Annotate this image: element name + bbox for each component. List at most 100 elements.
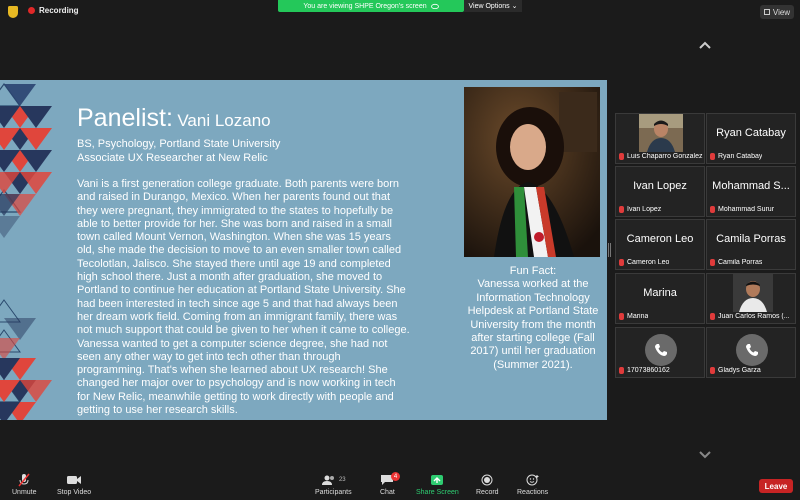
- gallery-scroll-up-icon[interactable]: [698, 38, 712, 52]
- mic-muted-icon: [710, 153, 715, 160]
- video-camera-icon: [66, 473, 82, 487]
- participant-display-name: Ivan Lopez: [633, 180, 687, 192]
- participant-tile[interactable]: 17073860162: [615, 327, 705, 378]
- stop-video-button[interactable]: Stop Video: [57, 473, 91, 496]
- participants-label: Participants: [315, 489, 352, 496]
- stop-video-label: Stop Video: [57, 489, 92, 496]
- unmute-label: Unmute: [12, 489, 37, 496]
- mic-muted-icon: [619, 313, 624, 320]
- phone-icon: [736, 334, 768, 366]
- record-label: Record: [476, 489, 499, 496]
- chevron-down-icon: ⌄: [511, 3, 518, 10]
- top-bar: Recording You are viewing SHPE Oregon's …: [0, 0, 800, 24]
- participant-label: Gladys Garza: [710, 367, 761, 374]
- participant-label: Ivan Lopez: [619, 206, 661, 213]
- participant-label: Mohammad Surur: [710, 206, 774, 213]
- view-button[interactable]: View: [760, 5, 794, 19]
- participant-tile[interactable]: Mohammad S... Mohammad Surur: [706, 166, 796, 217]
- grid-view-icon: [763, 9, 770, 15]
- chat-label: Chat: [380, 489, 395, 496]
- mic-muted-icon: [619, 259, 624, 266]
- participant-display-name: Marina: [643, 287, 677, 299]
- mic-muted-icon: [710, 367, 715, 374]
- chat-unread-badge: 4: [391, 472, 400, 481]
- mic-muted-icon: [619, 153, 624, 160]
- mic-muted-icon: [710, 259, 715, 266]
- share-screen-label: Share Screen: [416, 489, 459, 496]
- reactions-button[interactable]: Reactions: [517, 473, 548, 496]
- participant-label: Ryan Catabay: [710, 153, 762, 160]
- mic-muted-icon: [710, 313, 715, 320]
- screen-share-banner: You are viewing SHPE Oregon's screen: [278, 0, 464, 12]
- participants-button[interactable]: 23 Participants: [315, 473, 352, 496]
- participant-label: Luis Chaparro Gonzalez: [619, 153, 703, 160]
- participant-name: Ivan Lopez: [627, 206, 662, 213]
- title-prefix: Panelist:: [77, 104, 173, 132]
- view-options-dropdown[interactable]: View Options ⌄: [464, 0, 522, 12]
- fun-fact-text: Vanessa worked at the Information Techno…: [467, 278, 599, 371]
- panelist-photo: [464, 87, 600, 257]
- record-button[interactable]: Record: [476, 473, 499, 496]
- mic-muted-icon: [710, 206, 715, 213]
- participant-tile[interactable]: Ryan Catabay Ryan Catabay: [706, 113, 796, 164]
- security-shield-icon[interactable]: [8, 6, 18, 18]
- smiley-plus-icon: [526, 473, 540, 487]
- zoom-meeting-window: Recording You are viewing SHPE Oregon's …: [0, 0, 800, 500]
- participant-label: 17073860162: [619, 367, 670, 374]
- participant-name: Mohammad Surur: [718, 206, 775, 213]
- recording-label: Recording: [39, 6, 79, 15]
- panel-splitter-handle[interactable]: [608, 243, 611, 257]
- participant-name: Ryan Catabay: [718, 153, 763, 160]
- panelist-bio: Vani is a first generation college gradu…: [77, 178, 410, 417]
- view-button-label: View: [772, 7, 791, 17]
- mic-muted-icon: [619, 367, 624, 374]
- participant-tile[interactable]: Camila Porras Camila Porras: [706, 219, 796, 270]
- microphone-muted-icon: [17, 473, 31, 487]
- meeting-toolbar: Unmute Stop Video 23 Participants Chat S…: [0, 470, 800, 500]
- share-screen-button[interactable]: Share Screen: [416, 473, 459, 496]
- panelist-degree: BS, Psychology, Portland State Universit…: [77, 138, 281, 150]
- participant-display-name: Ryan Catabay: [716, 127, 786, 139]
- unmute-button[interactable]: Unmute: [12, 473, 37, 496]
- leave-button[interactable]: Leave: [759, 479, 793, 493]
- participant-label: Juan Carlos Ramos (...: [710, 313, 790, 320]
- participant-tile[interactable]: Marina Marina: [615, 273, 705, 324]
- phone-icon: [645, 334, 677, 366]
- panelist-credentials: BS, Psychology, Portland State Universit…: [77, 138, 457, 165]
- recording-dot-icon: [28, 7, 35, 14]
- cloud-icon: [430, 3, 439, 9]
- record-icon: [481, 473, 493, 487]
- participant-tile[interactable]: Ivan Lopez Ivan Lopez: [615, 166, 705, 217]
- participant-name: Luis Chaparro Gonzalez: [627, 153, 703, 160]
- mic-muted-icon: [619, 206, 624, 213]
- participant-tile[interactable]: Juan Carlos Ramos (...: [706, 273, 796, 324]
- reactions-label: Reactions: [517, 489, 549, 496]
- participants-icon: 23: [321, 473, 346, 487]
- participant-display-name: Camila Porras: [716, 233, 786, 245]
- participant-label: Camila Porras: [710, 259, 762, 266]
- participant-tile[interactable]: Cameron Leo Cameron Leo: [615, 219, 705, 270]
- share-banner-text: You are viewing SHPE Oregon's screen: [303, 2, 427, 10]
- participant-name: Cameron Leo: [627, 259, 670, 266]
- slide-title: Panelist: Vani Lozano: [77, 104, 271, 133]
- slide-triangle-decoration: [0, 82, 52, 420]
- participants-count: 23: [338, 477, 346, 483]
- participant-display-name: Cameron Leo: [626, 233, 694, 245]
- participant-label: Cameron Leo: [619, 259, 669, 266]
- participant-video: [733, 274, 773, 312]
- participant-tile[interactable]: Luis Chaparro Gonzalez: [615, 113, 705, 164]
- participant-label: Marina: [619, 313, 648, 320]
- participant-name: Camila Porras: [718, 259, 763, 266]
- recording-indicator[interactable]: Recording: [28, 6, 79, 15]
- panelist-name: Vani Lozano: [177, 111, 271, 130]
- participant-name: 17073860162: [627, 367, 670, 374]
- participant-name: Marina: [627, 313, 649, 320]
- gallery-scroll-down-icon[interactable]: [698, 448, 712, 462]
- share-screen-icon: [430, 473, 444, 487]
- participant-video: [639, 114, 683, 152]
- participant-tile[interactable]: Gladys Garza: [706, 327, 796, 378]
- participant-name: Juan Carlos Ramos (...: [718, 313, 790, 320]
- panelist-role: Associate UX Researcher at New Relic: [77, 151, 268, 164]
- fun-fact-block: Fun Fact: Vanessa worked at the Informat…: [458, 265, 608, 372]
- view-options-label: View Options: [468, 2, 510, 10]
